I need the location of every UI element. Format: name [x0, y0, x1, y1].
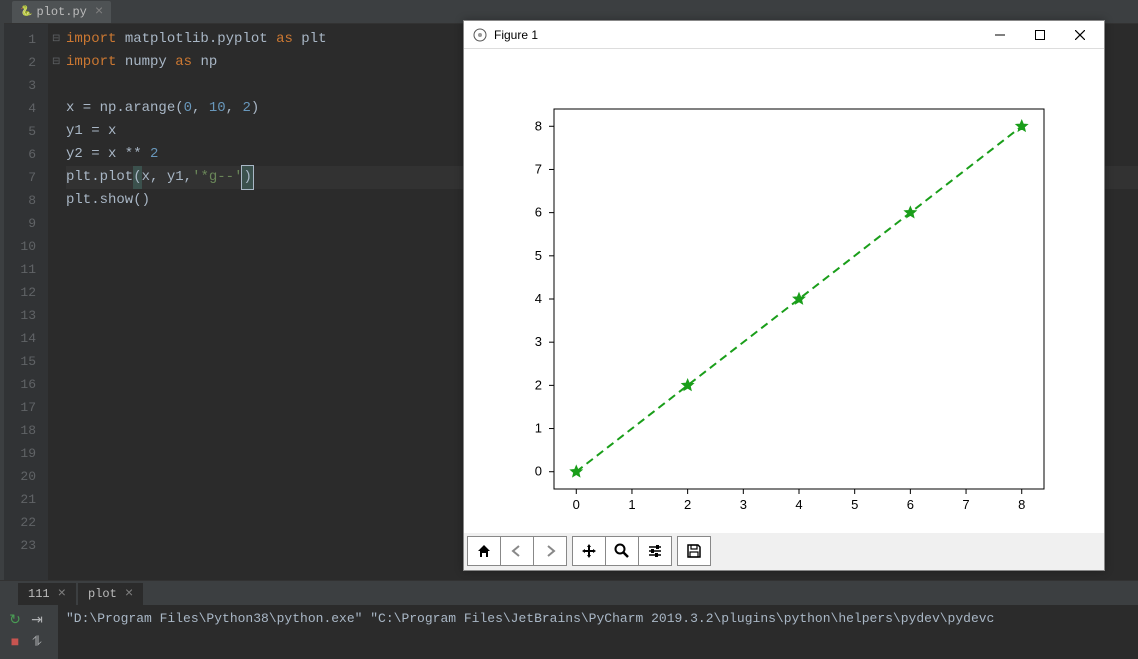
- home-button[interactable]: [467, 536, 501, 566]
- layout-icon[interactable]: ⥮: [28, 634, 46, 652]
- bottom-content: ↻ ⇥ ■ ⥮ "D:\Program Files\Python38\pytho…: [0, 605, 1138, 659]
- maximize-icon: [1035, 30, 1045, 40]
- editor-tab-plot-py[interactable]: 🐍 plot.py ×: [12, 1, 111, 23]
- svg-text:2: 2: [535, 377, 542, 392]
- svg-text:5: 5: [851, 497, 858, 512]
- toggle-wrap-icon[interactable]: ⇥: [28, 611, 46, 629]
- pan-icon: [580, 542, 598, 560]
- bottom-tab-111[interactable]: 111 ×: [18, 583, 76, 605]
- close-button[interactable]: [1060, 22, 1100, 48]
- plot-area: 0 1 2 3 4 5 6 7 8 0 1 2 3 4 5 6 7 8: [464, 49, 1104, 533]
- forward-button[interactable]: [533, 536, 567, 566]
- svg-text:3: 3: [740, 497, 747, 512]
- zoom-button[interactable]: [605, 536, 639, 566]
- bottom-tab-label: 111: [28, 587, 50, 601]
- minimize-icon: [995, 30, 1005, 40]
- configure-button[interactable]: [638, 536, 672, 566]
- left-rail: [0, 0, 4, 580]
- svg-text:4: 4: [535, 291, 542, 306]
- rerun-icon[interactable]: ↻: [6, 611, 24, 629]
- save-icon: [685, 542, 703, 560]
- minimize-button[interactable]: [980, 22, 1020, 48]
- svg-text:6: 6: [907, 497, 914, 512]
- svg-text:1: 1: [628, 497, 635, 512]
- svg-text:5: 5: [535, 248, 542, 263]
- svg-text:4: 4: [795, 497, 802, 512]
- svg-text:7: 7: [535, 161, 542, 176]
- bottom-tab-label: plot: [88, 587, 117, 601]
- svg-text:1: 1: [535, 421, 542, 436]
- stop-icon[interactable]: ■: [6, 634, 24, 652]
- svg-text:0: 0: [573, 497, 580, 512]
- svg-text:3: 3: [535, 334, 542, 349]
- python-file-icon: 🐍: [20, 6, 32, 18]
- svg-text:8: 8: [535, 118, 542, 133]
- editor-tab-filename: plot.py: [36, 5, 86, 19]
- bottom-panel: 111 × plot × ↻ ⇥ ■ ⥮ "D:\Program Files\P…: [0, 580, 1138, 658]
- figure-toolbar: [464, 533, 1104, 569]
- home-icon: [475, 542, 493, 560]
- bottom-tab-plot[interactable]: plot ×: [78, 583, 143, 605]
- maximize-button[interactable]: [1020, 22, 1060, 48]
- matplotlib-icon: [472, 27, 488, 43]
- close-icon: [1075, 30, 1085, 40]
- gutter: 1234567891011121314151617181920212223: [0, 24, 48, 580]
- svg-text:7: 7: [962, 497, 969, 512]
- close-tab-icon[interactable]: ×: [95, 4, 103, 20]
- run-toolbar: ↻ ⇥ ■ ⥮: [0, 605, 58, 659]
- save-button[interactable]: [677, 536, 711, 566]
- configure-icon: [646, 542, 664, 560]
- svg-text:6: 6: [535, 205, 542, 220]
- bottom-tab-bar: 111 × plot ×: [0, 581, 1138, 605]
- figure-title: Figure 1: [494, 28, 980, 42]
- back-button[interactable]: [500, 536, 534, 566]
- close-tab-icon[interactable]: ×: [125, 586, 133, 602]
- close-tab-icon[interactable]: ×: [58, 586, 66, 602]
- figure-window: Figure 1 0 1 2 3 4 5 6 7 8 0 1 2 3 4 5 6 7 8: [463, 20, 1105, 571]
- svg-text:0: 0: [535, 464, 542, 479]
- forward-arrow-icon: [541, 542, 559, 560]
- svg-text:2: 2: [684, 497, 691, 512]
- zoom-icon: [613, 542, 631, 560]
- figure-titlebar[interactable]: Figure 1: [464, 21, 1104, 49]
- back-arrow-icon: [508, 542, 526, 560]
- console-output[interactable]: "D:\Program Files\Python38\python.exe" "…: [58, 605, 1138, 659]
- plot-svg: 0 1 2 3 4 5 6 7 8 0 1 2 3 4 5 6 7 8: [464, 49, 1104, 533]
- pan-button[interactable]: [572, 536, 606, 566]
- svg-text:8: 8: [1018, 497, 1025, 512]
